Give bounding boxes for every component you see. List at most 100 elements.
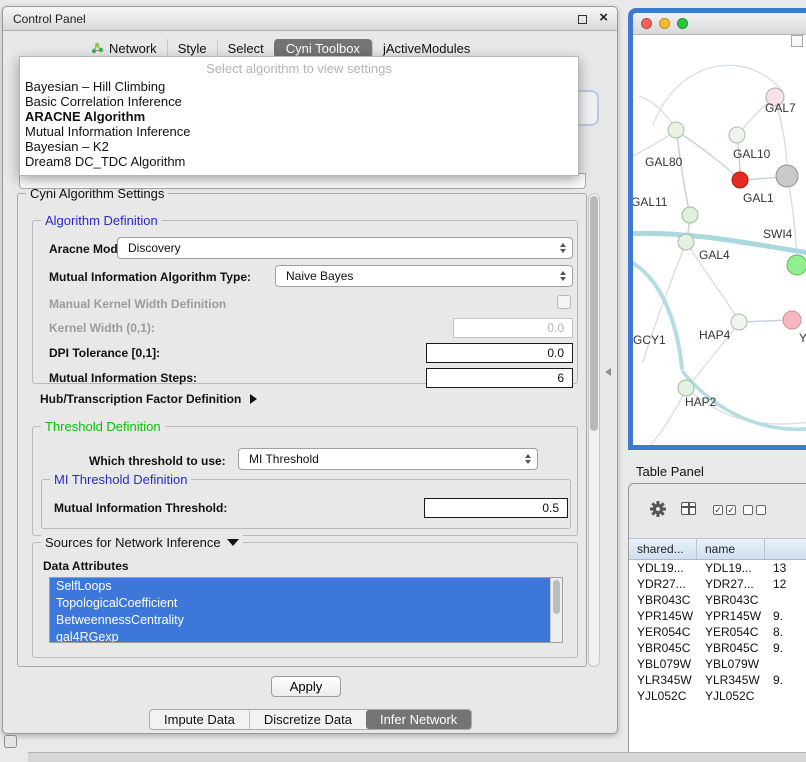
sources-toggle[interactable]: Sources for Network Inference — [41, 535, 243, 550]
network-canvas[interactable]: GAL7GAL80GAL10GAL11GAL1SWI4GAL4GCY1HAP4Y… — [633, 35, 806, 445]
table-row[interactable]: YBR043CYBR043C — [629, 592, 806, 608]
network-node[interactable] — [776, 165, 798, 187]
tab-network[interactable]: Network — [81, 39, 167, 58]
node-label: Y — [799, 331, 806, 345]
attribute-item[interactable]: gal4RGexp — [50, 629, 562, 643]
network-edge[interactable] — [633, 260, 682, 368]
list-scrollbar[interactable] — [550, 578, 562, 642]
algorithm-option[interactable]: Basic Correlation Inference — [20, 94, 578, 109]
gear-icon[interactable] — [649, 500, 667, 518]
table-row[interactable]: YLR345WYLR345W9. — [629, 672, 806, 688]
algorithm-option[interactable]: ARACNE Algorithm — [20, 109, 578, 124]
tab-impute-data[interactable]: Impute Data — [150, 710, 249, 729]
network-edge[interactable] — [677, 133, 689, 211]
table-cell: YBR045C — [697, 640, 765, 656]
algorithm-option[interactable]: Bayesian – Hill Climbing — [20, 79, 578, 94]
table-row[interactable]: YPR145WYPR145W9. — [629, 608, 806, 624]
attribute-item[interactable]: SelfLoops — [50, 578, 562, 595]
tab-cyni-toolbox[interactable]: Cyni Toolbox — [274, 39, 372, 58]
titlebar[interactable]: Control Panel × — [3, 7, 617, 31]
table-row[interactable]: YBR045CYBR045C9. — [629, 640, 806, 656]
close-icon[interactable]: × — [599, 9, 608, 26]
tab-infer-network[interactable]: Infer Network — [366, 710, 471, 729]
network-node[interactable] — [732, 172, 748, 188]
network-graph[interactable]: GAL7GAL80GAL10GAL11GAL1SWI4GAL4GCY1HAP4Y… — [633, 35, 806, 450]
algorithm-option[interactable]: Mutual Information Inference — [20, 124, 578, 139]
network-edge[interactable] — [678, 132, 737, 177]
network-edge[interactable] — [742, 320, 788, 322]
window-close-light[interactable] — [641, 18, 652, 29]
algorithm-option[interactable]: Bayesian – K2 — [20, 139, 578, 154]
table-row[interactable]: YDR27...YDR27...12 — [629, 576, 806, 592]
expand-arrow-icon — [250, 394, 257, 404]
scrollbar-thumb[interactable] — [590, 196, 598, 431]
network-node[interactable] — [731, 314, 747, 330]
mi-type-value: Naive Bayes — [286, 269, 353, 283]
manual-kernel-checkbox[interactable] — [557, 295, 571, 309]
network-titlebar[interactable] — [633, 13, 806, 35]
cyni-mode-tabs: Impute DataDiscretize DataInfer Network — [149, 709, 472, 730]
column-header[interactable] — [765, 539, 806, 559]
panel-collapse-arrow[interactable] — [605, 368, 611, 376]
tab-style[interactable]: Style — [167, 39, 217, 58]
settings-scrollbar[interactable] — [588, 193, 600, 667]
attribute-item[interactable]: BetweennessCentrality — [50, 612, 562, 629]
traffic-lights — [641, 18, 688, 29]
network-node[interactable] — [678, 380, 694, 396]
column-header[interactable]: name — [697, 539, 765, 559]
table-cell: YBL079W — [697, 656, 765, 672]
deselect-all-icon[interactable] — [743, 505, 766, 515]
tab-label: Style — [178, 41, 207, 56]
window-title: Control Panel — [13, 7, 86, 31]
algorithm-definition-title: Algorithm Definition — [41, 213, 162, 228]
table-cell: YBR043C — [629, 592, 697, 608]
mi-steps-input[interactable]: 6 — [426, 368, 573, 388]
column-header[interactable]: shared... — [629, 539, 697, 559]
mi-type-select[interactable]: Naive Bayes — [275, 265, 573, 287]
aracne-mode-value: Discovery — [128, 241, 181, 255]
table-row[interactable]: YDL19...YDL19...13 — [629, 560, 806, 576]
float-window-icon[interactable] — [578, 15, 587, 24]
dpi-tolerance-input[interactable]: 0.0 — [426, 343, 573, 363]
window-minimize-light[interactable] — [659, 18, 670, 29]
table-cell: 13 — [765, 560, 806, 576]
node-label: HAP4 — [699, 328, 731, 342]
aracne-mode-select[interactable]: Discovery — [117, 237, 573, 259]
network-edge[interactable] — [645, 391, 685, 450]
tab-discretize-data[interactable]: Discretize Data — [249, 710, 366, 729]
hub-section-toggle[interactable]: Hub/Transcription Factor Definition — [40, 391, 257, 407]
table-row[interactable]: YBL079WYBL079W — [629, 656, 806, 672]
data-attributes-list[interactable]: SelfLoopsTopologicalCoefficientBetweenne… — [49, 577, 563, 643]
mi-threshold-input[interactable]: 0.5 — [424, 498, 568, 518]
network-edge[interactable] — [639, 96, 675, 127]
tab-select[interactable]: Select — [217, 39, 274, 58]
which-threshold-select[interactable]: MI Threshold — [238, 448, 538, 470]
table-cell: YLR345W — [629, 672, 697, 688]
kernel-width-input[interactable]: 0.0 — [453, 318, 573, 338]
collapsed-panel-icon[interactable] — [4, 735, 17, 748]
network-edge[interactable] — [653, 65, 783, 125]
mi-threshold-value: 0.5 — [542, 501, 559, 515]
table-row[interactable]: YER054CYER054C8. — [629, 624, 806, 640]
algorithm-option[interactable]: Dream8 DC_TDC Algorithm — [20, 154, 578, 169]
table-cell — [765, 688, 806, 704]
apply-button[interactable]: Apply — [271, 676, 341, 697]
mi-steps-label: Mutual Information Steps: — [49, 371, 197, 385]
network-node[interactable] — [668, 122, 684, 138]
table-cell: YER054C — [697, 624, 765, 640]
network-node[interactable] — [783, 311, 801, 329]
attribute-item[interactable]: TopologicalCoefficient — [50, 595, 562, 612]
scrollbar-corner[interactable] — [791, 35, 803, 47]
cyni-settings-group: Cyni Algorithm Settings Algorithm Defini… — [17, 193, 587, 667]
network-node[interactable] — [729, 127, 745, 143]
network-node[interactable] — [682, 207, 698, 223]
unchecked-box-icon — [756, 505, 766, 515]
window-zoom-light[interactable] — [677, 18, 688, 29]
network-node[interactable] — [787, 255, 806, 275]
table-row[interactable]: YJL052CYJL052C — [629, 688, 806, 704]
network-node[interactable] — [678, 234, 694, 250]
tab-jactivemodules[interactable]: jActiveModules — [372, 39, 480, 58]
select-all-icon[interactable]: ✓ ✓ — [713, 505, 736, 515]
column-selector-icon[interactable] — [681, 502, 696, 515]
node-label: GAL1 — [743, 191, 774, 205]
